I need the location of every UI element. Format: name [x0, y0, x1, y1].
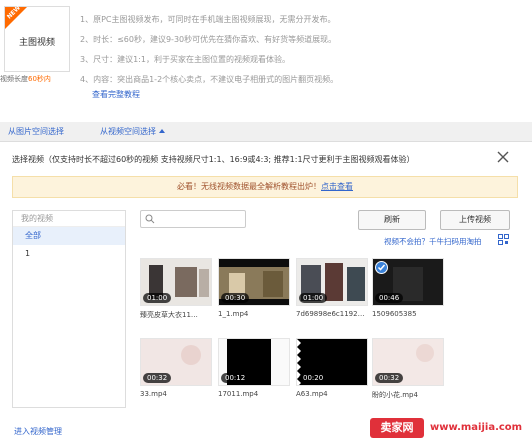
- video-card[interactable]: 01:00 臻亮皮草大衣11…: [140, 258, 212, 320]
- tutorial-link[interactable]: 查看完整教程: [92, 89, 140, 100]
- duration-badge: 00:30: [221, 293, 250, 303]
- duration-badge: 01:00: [299, 293, 328, 303]
- folder-item-all[interactable]: 全部: [13, 227, 125, 245]
- video-thumbnail[interactable]: 01:00: [296, 258, 368, 306]
- search-icon: [145, 214, 155, 224]
- video-thumbnail[interactable]: 01:00: [140, 258, 212, 306]
- watermark-url: www.maijia.com: [430, 422, 523, 433]
- rule-item: 4、内容：突出商品1-2个核心卖点，不建议电子相册式的图片翻页视频。: [80, 75, 339, 84]
- rule-item: 2、时长：≤60秒，建议9-30秒可优先在猜你喜欢、有好货等频道展现。: [80, 35, 337, 44]
- video-name: 臻亮皮草大衣11…: [140, 311, 198, 319]
- video-name: A63.mp4: [296, 390, 328, 398]
- video-name: 17011.mp4: [218, 390, 259, 398]
- video-name: 33.mp4: [140, 390, 167, 398]
- search-input[interactable]: [140, 210, 246, 228]
- video-card[interactable]: 00:46 1509605385: [372, 258, 444, 318]
- video-info-section: NEW 主图视频 视频长度60秒内 1、原PC主图视频发布，可同时在手机端主图视…: [0, 0, 532, 122]
- notice-link[interactable]: 点击查看: [321, 182, 353, 191]
- notice-banner: 必看！无线视频数据最全解析教程出炉！点击查看: [12, 176, 518, 198]
- rule-item: 3、尺寸：建议1:1，利于买家在主图位置的视频观看体验。: [80, 55, 290, 64]
- duration-badge: 00:20: [299, 373, 328, 383]
- rule-item: 1、原PC主图视频发布，可同时在手机端主图视频展现，无需分开发布。: [80, 15, 336, 24]
- folder-item-1[interactable]: 1: [13, 245, 125, 263]
- video-card[interactable]: 00:20 A63.mp4: [296, 338, 368, 398]
- video-thumbnail[interactable]: 00:20: [296, 338, 368, 386]
- duration-badge: 01:00: [143, 293, 172, 303]
- video-card[interactable]: 00:32 盼的小花.mp4: [372, 338, 444, 400]
- video-name: 7d69898e6c1192…: [296, 310, 365, 318]
- video-card[interactable]: 00:12 17011.mp4: [218, 338, 290, 398]
- folder-panel: 我的视频 全部 1: [12, 210, 126, 408]
- video-card[interactable]: 00:32 33.mp4: [140, 338, 212, 398]
- duration-badge: 00:32: [375, 373, 404, 383]
- folder-header: 我的视频: [13, 211, 125, 227]
- tab-video-space[interactable]: 从视频空间选择: [100, 126, 165, 137]
- video-card[interactable]: 00:30 1_1.mp4: [218, 258, 290, 318]
- refresh-button[interactable]: 刷新: [358, 210, 426, 230]
- video-thumbnail[interactable]: 00:30: [218, 258, 290, 306]
- site-watermark: 卖家网 www.maijia.com: [370, 412, 532, 446]
- close-icon[interactable]: [496, 150, 510, 164]
- video-thumbnail[interactable]: 00:46: [372, 258, 444, 306]
- watermark-logo: 卖家网: [370, 418, 424, 438]
- select-video-dialog: 选择视频（仅支持时长不超过60秒的视频 支持视频尺寸1:1、16:9或4:3; …: [0, 142, 532, 446]
- video-name: 盼的小花.mp4: [372, 391, 418, 399]
- video-manage-link[interactable]: 进入视频管理: [14, 426, 62, 437]
- duration-badge: 00:12: [221, 373, 250, 383]
- duration-badge: 00:46: [375, 293, 404, 303]
- duration-badge: 00:32: [143, 373, 172, 383]
- video-thumbnail[interactable]: 00:32: [140, 338, 212, 386]
- video-name: 1509605385: [372, 310, 417, 318]
- video-name: 1_1.mp4: [218, 310, 249, 318]
- qr-code-icon[interactable]: [498, 234, 509, 245]
- dialog-title: 选择视频（仅支持时长不超过60秒的视频 支持视频尺寸1:1、16:9或4:3; …: [12, 155, 415, 164]
- tab-image-space[interactable]: 从图片空间选择: [8, 126, 64, 137]
- video-thumbnail[interactable]: 00:32: [372, 338, 444, 386]
- upload-video-button[interactable]: 上传视频: [440, 210, 510, 230]
- selected-check-icon[interactable]: [375, 261, 388, 274]
- taopai-help-link[interactable]: 视频不会拍？千牛扫码用淘拍: [384, 236, 482, 247]
- rules-list: 1、原PC主图视频发布，可同时在手机端主图视频展现，无需分开发布。 2、时长：≤…: [80, 10, 338, 90]
- source-tabs: 从图片空间选择 从视频空间选择: [0, 122, 532, 142]
- caret-up-icon: [159, 129, 165, 133]
- main-video-card[interactable]: NEW 主图视频: [4, 4, 70, 72]
- video-thumbnail[interactable]: 00:12: [218, 338, 290, 386]
- video-card[interactable]: 01:00 7d69898e6c1192…: [296, 258, 368, 318]
- main-video-title: 主图视频: [18, 38, 55, 48]
- video-length-hint: 视频长度60秒内: [0, 75, 51, 83]
